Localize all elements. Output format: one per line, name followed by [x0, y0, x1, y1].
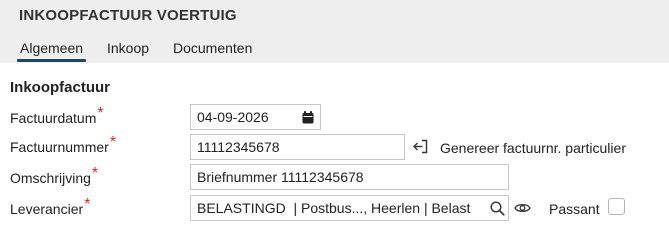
date-picker-button[interactable]	[296, 104, 321, 130]
section-title: Inkoopfactuur	[10, 79, 110, 96]
eye-icon[interactable]	[514, 202, 531, 214]
genereer-factuurnr-link[interactable]: Genereer factuurnr. particulier	[440, 140, 626, 156]
tab-inkoop[interactable]: Inkoop	[107, 40, 149, 56]
leverancier-label: Leverancier*	[10, 196, 91, 217]
passant-checkbox[interactable]	[608, 198, 625, 215]
passant-label: Passant	[549, 201, 600, 217]
calendar-icon	[302, 110, 314, 123]
factuurdatum-label: Factuurdatum*	[10, 105, 104, 126]
factuurdatum-input[interactable]	[190, 104, 297, 130]
factuurnummer-label: Factuurnummer*	[10, 134, 117, 155]
page-header: INKOOPFACTUUR VOERTUIG Algemeen Inkoop D…	[0, 0, 669, 63]
tab-algemeen[interactable]: Algemeen	[16, 40, 87, 62]
factuurnummer-input[interactable]	[190, 134, 405, 160]
required-marker: *	[91, 165, 99, 182]
page-title: INKOOPFACTUUR VOERTUIG	[19, 7, 237, 24]
required-marker: *	[109, 134, 117, 151]
leverancier-input[interactable]	[190, 195, 509, 221]
tab-bar: Algemeen Inkoop Documenten	[0, 40, 669, 63]
search-icon[interactable]	[490, 201, 505, 216]
omschrijving-label: Omschrijving*	[10, 165, 99, 186]
omschrijving-input[interactable]	[190, 164, 509, 190]
login-arrow-icon[interactable]	[413, 139, 429, 154]
tab-documenten[interactable]: Documenten	[173, 40, 252, 56]
required-marker: *	[97, 105, 104, 122]
required-marker: *	[84, 196, 91, 213]
